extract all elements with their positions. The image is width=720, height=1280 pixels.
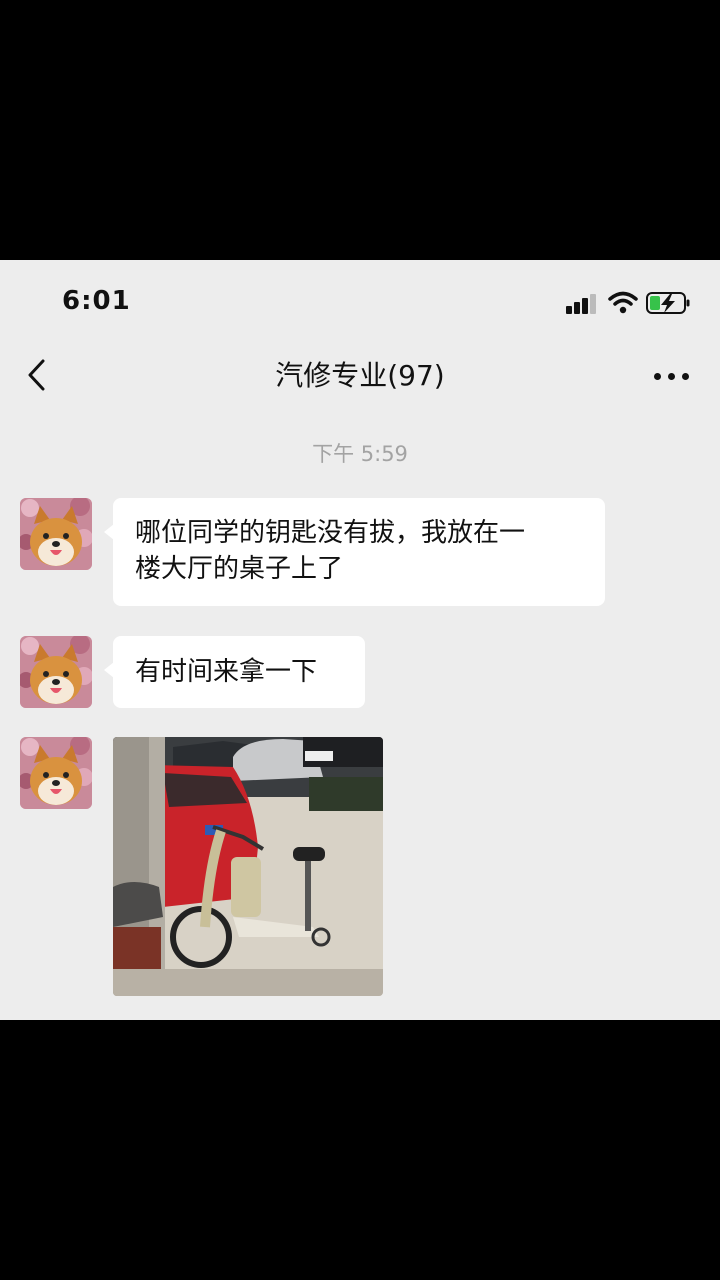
message-text: 哪位同学的钥匙没有拔，我放在一 xyxy=(135,518,526,548)
signal-icon xyxy=(566,290,602,316)
message-bubble[interactable]: 有时间来拿一下 xyxy=(104,636,365,708)
message-text: 楼大厅的桌子上了 xyxy=(135,554,344,584)
battery-charging-icon xyxy=(646,292,690,314)
chat-screen: 6:01 汽修专业(97) 下午 5:59 哪位同学的钥匙没有拔，我放在一 楼大… xyxy=(0,260,720,1020)
status-time: 6:01 xyxy=(62,286,131,316)
more-dots-icon[interactable] xyxy=(650,366,694,386)
message-bubble[interactable]: 哪位同学的钥匙没有拔，我放在一 楼大厅的桌子上了 xyxy=(104,498,605,606)
chat-title: 汽修专业(97) xyxy=(275,359,445,392)
shiba-dog-avatar[interactable] xyxy=(20,737,92,809)
shiba-dog-avatar[interactable] xyxy=(20,498,92,570)
message-timestamp: 下午 5:59 xyxy=(312,442,408,466)
shiba-dog-avatar[interactable] xyxy=(20,636,92,708)
nav-bar: 汽修专业(97) xyxy=(0,340,720,410)
wifi-icon xyxy=(608,291,638,314)
photo-message[interactable] xyxy=(113,737,383,996)
message-text: 有时间来拿一下 xyxy=(135,657,318,687)
status-icons xyxy=(566,290,692,316)
